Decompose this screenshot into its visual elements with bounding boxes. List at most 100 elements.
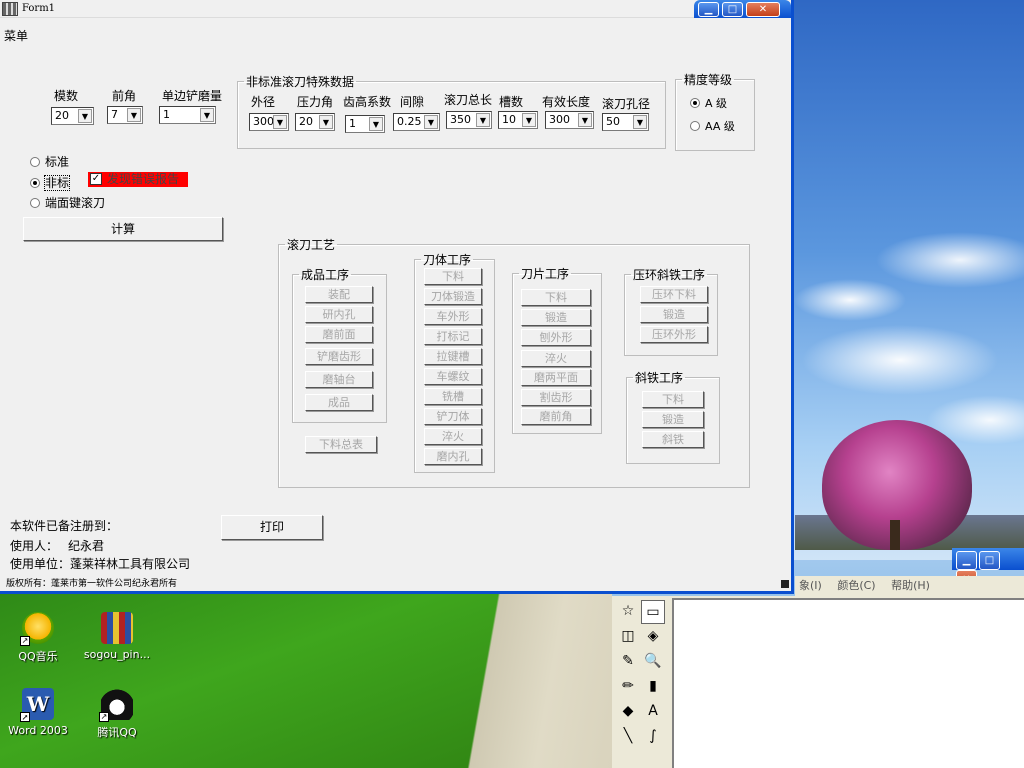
chevron-down-icon[interactable]: ▼ xyxy=(633,115,647,129)
process-button[interactable]: 磨前角 xyxy=(521,408,591,425)
word-icon: W ↗ xyxy=(20,688,54,722)
chevron-down-icon[interactable]: ▼ xyxy=(78,109,92,123)
pressure-angle-label: 压力角 xyxy=(297,95,334,109)
process-button[interactable]: 下料 xyxy=(642,391,704,408)
addendum-coeff-select[interactable]: 1 ▼ xyxy=(345,115,385,133)
chevron-down-icon[interactable]: ▼ xyxy=(127,108,141,122)
rect-select-icon[interactable]: ▭ xyxy=(641,600,665,624)
minimize-icon[interactable]: ▁ xyxy=(956,551,977,570)
modulus-label: 模数 xyxy=(54,89,79,103)
maximize-icon[interactable]: □ xyxy=(722,2,743,17)
print-button[interactable]: 打印 xyxy=(221,515,323,540)
radio-selected-icon xyxy=(30,178,40,188)
rake-angle-select[interactable]: 7 ▼ xyxy=(107,106,143,124)
pressure-angle-value: 20 xyxy=(299,115,313,128)
precision-aa-radio[interactable]: AA 级 xyxy=(690,118,735,134)
flute-count-select[interactable]: 10 ▼ xyxy=(498,111,538,129)
outer-diameter-value: 300 xyxy=(253,115,274,128)
nonstandard-label: 非标 xyxy=(43,175,71,191)
effective-length-select[interactable]: 300 ▼ xyxy=(545,111,594,129)
qq-penguin-icon: ↗ xyxy=(99,688,133,722)
standard-radio[interactable]: 标准 xyxy=(30,153,69,170)
bg-menu-item[interactable]: 颜色(C) xyxy=(837,579,875,592)
maximize-icon[interactable]: □ xyxy=(979,551,1000,570)
process-button[interactable]: 压环外形 xyxy=(640,326,708,343)
chevron-down-icon[interactable]: ▼ xyxy=(476,113,490,127)
brush-icon[interactable]: ▮ xyxy=(641,675,665,699)
rake-angle-label: 前角 xyxy=(112,89,137,103)
pencil-icon[interactable]: ✏ xyxy=(616,675,640,699)
eyedropper-icon[interactable]: ✎ xyxy=(616,650,640,674)
close-icon[interactable]: ✕ xyxy=(746,2,780,17)
resize-grip-icon[interactable] xyxy=(781,580,789,588)
process-button[interactable]: 成品 xyxy=(305,394,373,411)
process-button[interactable]: 磨前面 xyxy=(305,326,373,343)
process-button[interactable]: 锻造 xyxy=(521,309,591,326)
minimize-icon[interactable]: ▁ xyxy=(698,2,719,17)
eraser-icon[interactable]: ◫ xyxy=(616,625,640,649)
total-length-select[interactable]: 350 ▼ xyxy=(446,111,492,129)
precision-group: 精度等级 xyxy=(675,71,755,151)
process-button[interactable]: 铲磨齿形 xyxy=(305,348,373,365)
menu-item-main[interactable]: 菜单 xyxy=(4,27,28,44)
process-button[interactable]: 割齿形 xyxy=(521,389,591,406)
bore-diameter-select[interactable]: 50 ▼ xyxy=(602,113,649,131)
calculate-button[interactable]: 计算 xyxy=(23,217,223,241)
process-button[interactable]: 车外形 xyxy=(424,308,482,325)
process-button[interactable]: 车螺纹 xyxy=(424,368,482,385)
face-key-hob-radio[interactable]: 端面键滚刀 xyxy=(30,194,105,211)
desktop-icon-word[interactable]: W ↗ Word 2003 xyxy=(0,688,76,737)
process-button[interactable]: 磨内孔 xyxy=(424,448,482,465)
pressure-angle-select[interactable]: 20 ▼ xyxy=(295,113,335,131)
process-button[interactable]: 铣槽 xyxy=(424,388,482,405)
desktop-icon-sogou[interactable]: sogou_pin... xyxy=(79,612,155,661)
line-tool-icon[interactable]: ╲ xyxy=(616,725,640,749)
airbrush-icon[interactable]: ◆ xyxy=(616,700,640,724)
chevron-down-icon[interactable]: ▼ xyxy=(578,113,592,127)
magnifier-icon[interactable]: 🔍 xyxy=(641,650,665,674)
bg-menu-item[interactable]: 帮助(H) xyxy=(891,579,930,592)
process-button[interactable]: 磨轴台 xyxy=(305,371,373,388)
nonstandard-radio[interactable]: 非标 xyxy=(30,174,71,191)
precision-a-radio[interactable]: A 级 xyxy=(690,95,727,111)
curve-tool-icon[interactable]: ∫ xyxy=(641,725,665,749)
window-controls: ▁ □ ✕ xyxy=(694,0,791,18)
chevron-down-icon[interactable]: ▼ xyxy=(369,117,383,131)
process-button[interactable]: 刨外形 xyxy=(521,329,591,346)
process-button[interactable]: 锻造 xyxy=(642,411,704,428)
error-report-checkbox[interactable]: ✓ 发现错误报告 xyxy=(88,172,188,187)
chevron-down-icon[interactable]: ▼ xyxy=(273,115,287,129)
paint-canvas[interactable] xyxy=(672,598,1024,768)
process-button[interactable]: 拉键槽 xyxy=(424,348,482,365)
process-button[interactable]: 下料 xyxy=(521,289,591,306)
process-button[interactable]: 刀体锻造 xyxy=(424,288,482,305)
chevron-down-icon[interactable]: ▼ xyxy=(319,115,333,129)
process-button[interactable]: 打标记 xyxy=(424,328,482,345)
chevron-down-icon[interactable]: ▼ xyxy=(200,108,214,122)
process-button[interactable]: 下料 xyxy=(424,268,482,285)
modulus-select[interactable]: 20 ▼ xyxy=(51,107,94,125)
flute-count-value: 10 xyxy=(502,113,516,126)
chevron-down-icon[interactable]: ▼ xyxy=(424,115,438,129)
chevron-down-icon[interactable]: ▼ xyxy=(522,113,536,127)
fill-icon[interactable]: ◈ xyxy=(641,625,665,649)
process-button[interactable]: 淬火 xyxy=(521,350,591,367)
process-button[interactable]: 斜铁 xyxy=(642,431,704,448)
text-tool-icon[interactable]: A xyxy=(641,700,665,724)
material-summary-button[interactable]: 下料总表 xyxy=(305,436,377,453)
window-titlebar[interactable]: Form1 ▁ □ ✕ xyxy=(0,0,791,18)
relief-amount-select[interactable]: 1 ▼ xyxy=(159,106,216,124)
process-button[interactable]: 磨两平面 xyxy=(521,369,591,386)
outer-diameter-select[interactable]: 300 ▼ xyxy=(249,113,289,131)
free-select-icon[interactable]: ☆ xyxy=(616,600,640,624)
process-button[interactable]: 铲刀体 xyxy=(424,408,482,425)
desktop-icon-qqmusic[interactable]: ↗ QQ音乐 xyxy=(0,612,76,664)
clearance-select[interactable]: 0.25 ▼ xyxy=(393,113,440,131)
bg-menu-item[interactable]: 象(I) xyxy=(799,579,822,592)
process-button[interactable]: 锻造 xyxy=(640,306,708,323)
desktop-icon-qq[interactable]: ↗ 腾讯QQ xyxy=(79,688,155,740)
process-button[interactable]: 装配 xyxy=(305,286,373,303)
process-button[interactable]: 研内孔 xyxy=(305,306,373,323)
process-button[interactable]: 压环下料 xyxy=(640,286,708,303)
process-button[interactable]: 淬火 xyxy=(424,428,482,445)
